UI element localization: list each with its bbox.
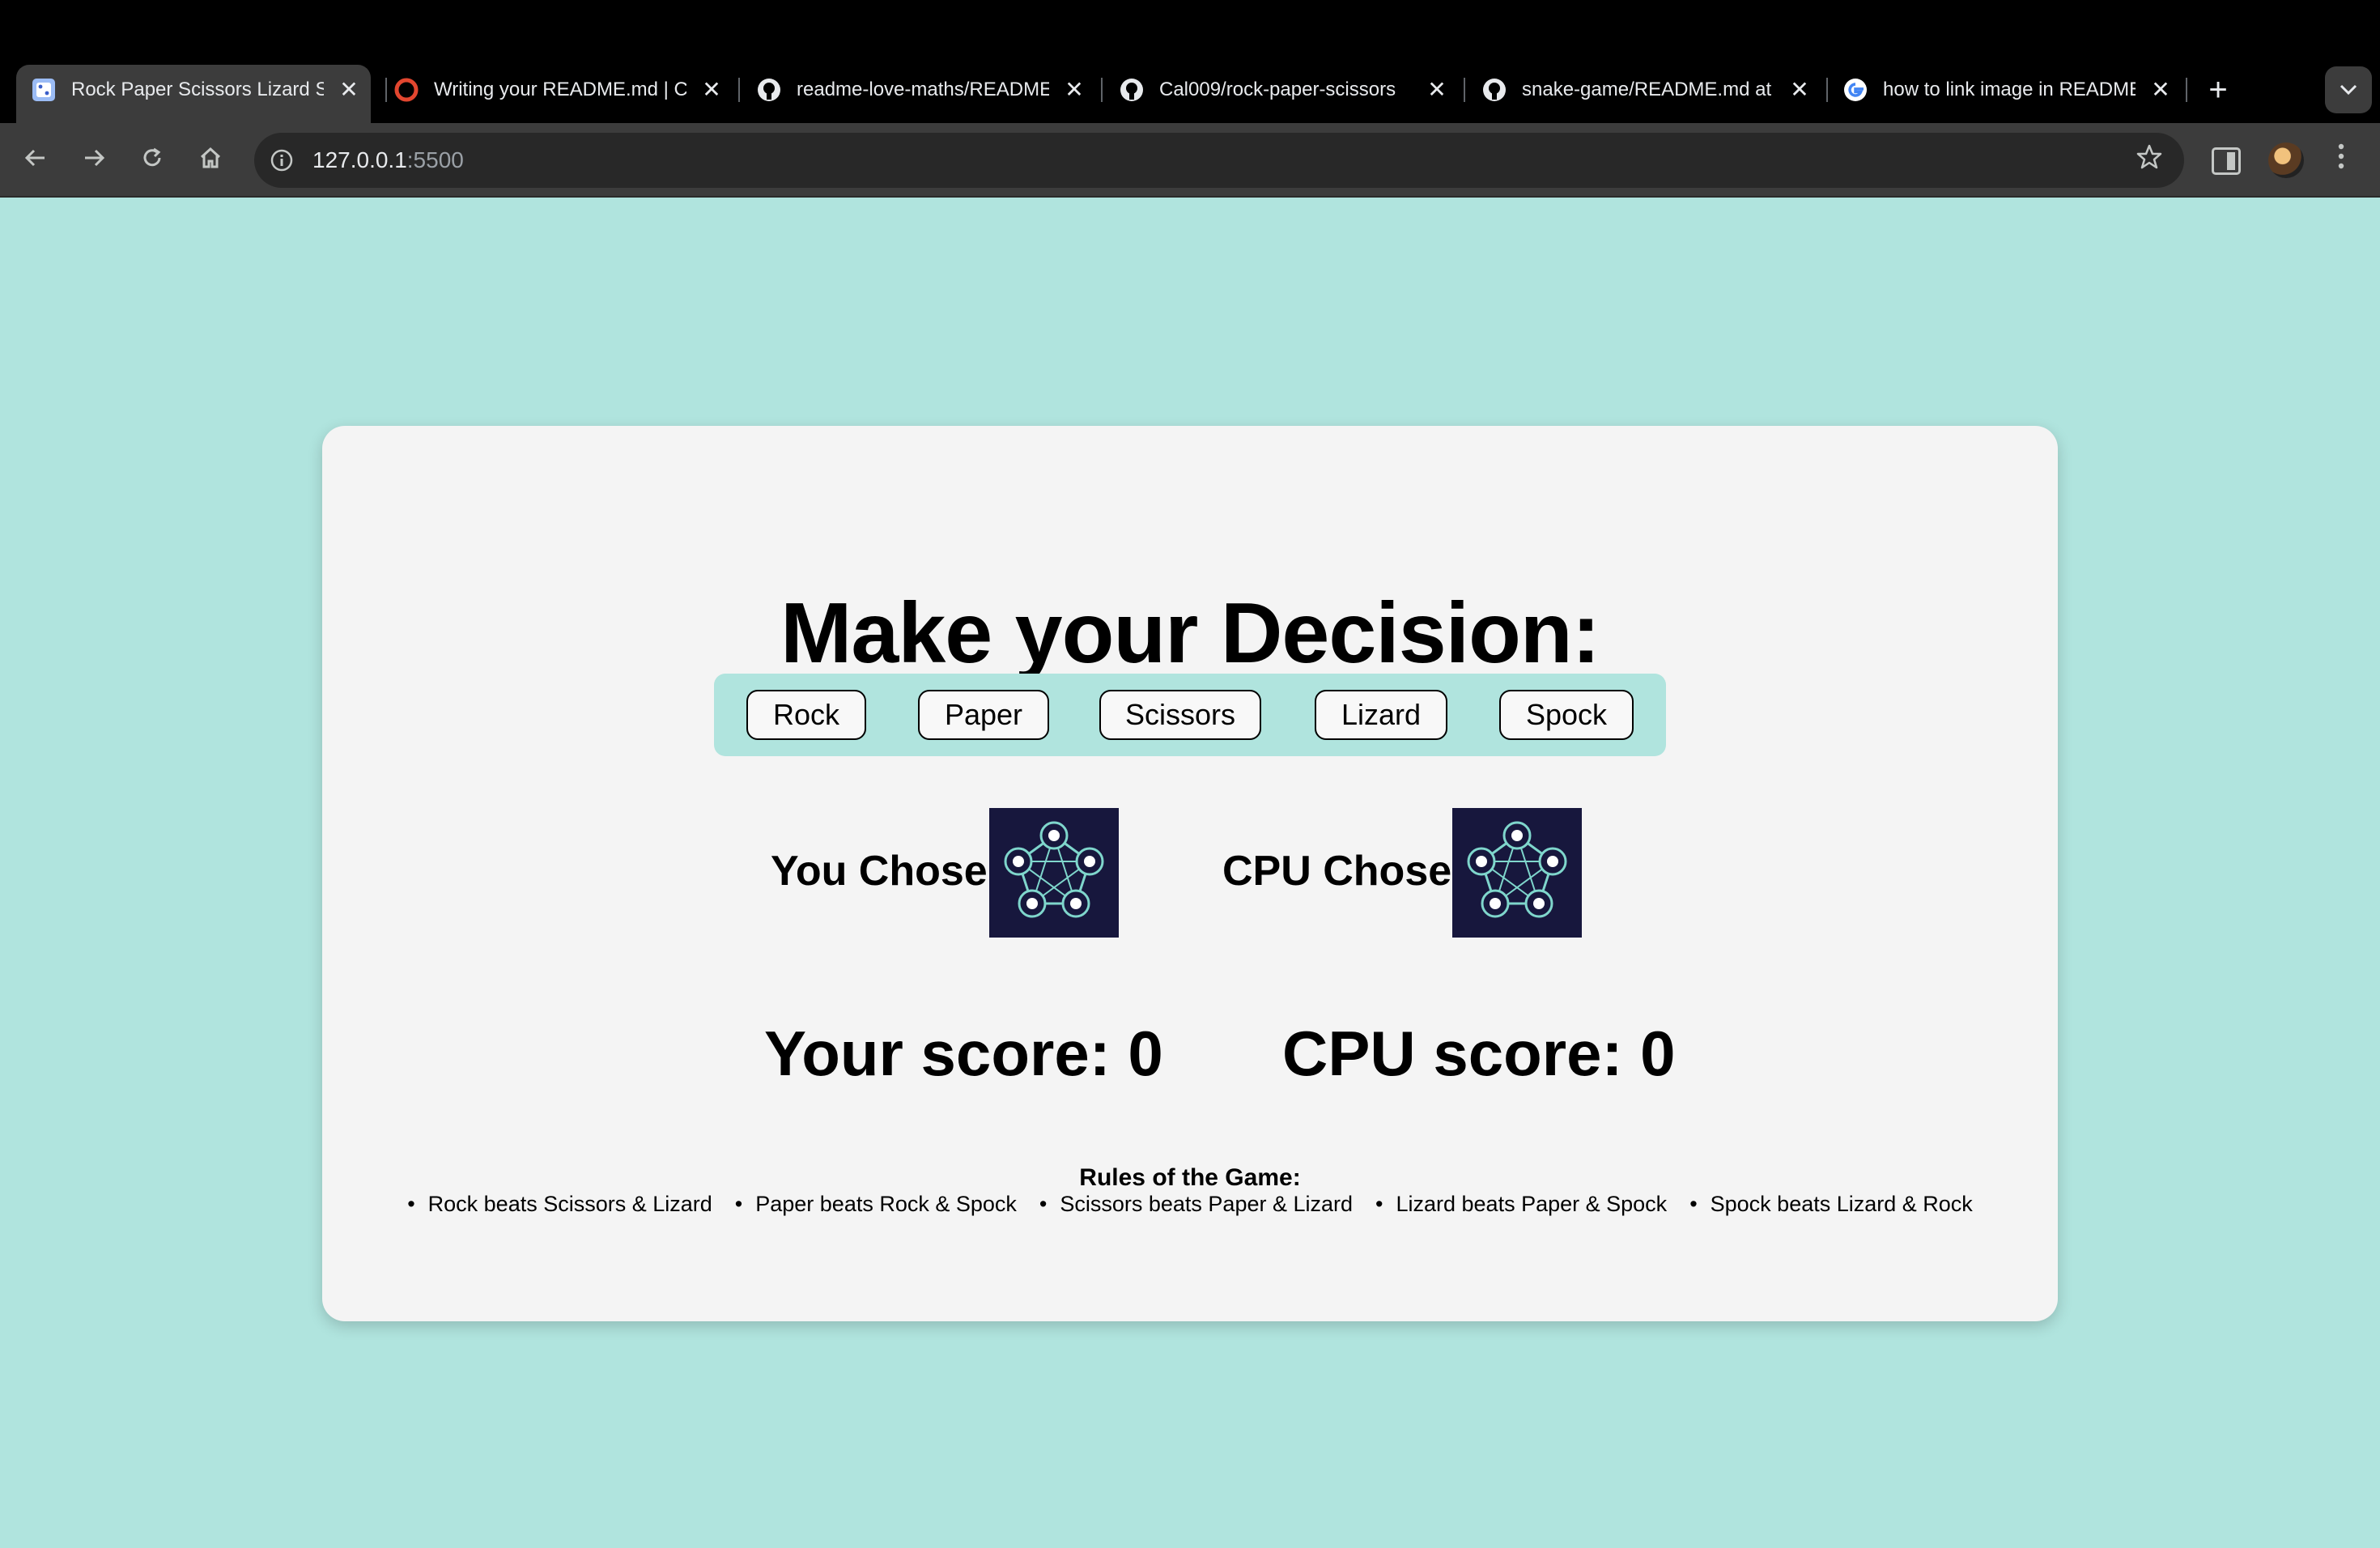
game-icon bbox=[31, 77, 57, 103]
tab-title: snake-game/README.md at main bbox=[1522, 79, 1774, 100]
tab-title: Rock Paper Scissors Lizard Spock bbox=[71, 79, 324, 100]
tab-title: Cal009/rock-paper-scissors bbox=[1159, 79, 1396, 100]
tab-divider bbox=[1464, 78, 1465, 102]
arrow-left-icon bbox=[24, 149, 45, 167]
close-tab-icon[interactable]: ✕ bbox=[698, 76, 725, 104]
address-bar[interactable]: 127.0.0.1:5500 bbox=[254, 133, 2184, 188]
rpsls-diagram-icon bbox=[1467, 821, 1567, 918]
game-card: Make your Decision: Rock Paper Scissors … bbox=[322, 426, 2058, 1321]
tab-google-search[interactable]: how to link image in README.md ✕ bbox=[1842, 70, 2174, 110]
rock-button[interactable]: Rock bbox=[746, 690, 866, 740]
back-button[interactable] bbox=[13, 138, 58, 183]
close-tab-icon[interactable]: ✕ bbox=[1423, 76, 1451, 104]
menu-kebab-icon[interactable] bbox=[2325, 141, 2357, 181]
tab-title: Writing your README.md | Code Institute bbox=[434, 79, 686, 100]
tab-writing-readme[interactable]: Writing your README.md | Code Institute … bbox=[393, 70, 725, 110]
tab-divider bbox=[2186, 78, 2187, 102]
choice-button-bar: Rock Paper Scissors Lizard Spock bbox=[714, 674, 1666, 756]
tab-rock-paper-scissors[interactable]: Rock Paper Scissors Lizard Spock ✕ bbox=[31, 70, 363, 110]
tab-search-button[interactable] bbox=[2325, 66, 2372, 113]
rpsls-diagram-icon bbox=[1004, 821, 1104, 918]
chevron-down-icon bbox=[2340, 84, 2357, 96]
tab-divider bbox=[385, 78, 387, 102]
cpu-score: CPU score: 0 bbox=[1282, 1018, 1676, 1089]
site-info-icon[interactable] bbox=[266, 144, 298, 176]
github-icon bbox=[756, 77, 782, 103]
tab-divider bbox=[1101, 78, 1103, 102]
player-choice-image bbox=[989, 808, 1119, 938]
browser-toolbar: 127.0.0.1:5500 bbox=[0, 123, 2380, 198]
home-button[interactable] bbox=[188, 138, 233, 183]
tab-divider bbox=[738, 78, 740, 102]
url-text: 127.0.0.1:5500 bbox=[312, 147, 464, 173]
github-icon bbox=[1119, 77, 1145, 103]
github-icon bbox=[1481, 77, 1507, 103]
lizard-button[interactable]: Lizard bbox=[1315, 690, 1447, 740]
rule-item: Rock beats Scissors & Lizard bbox=[407, 1192, 712, 1217]
google-icon bbox=[1842, 77, 1868, 103]
new-tab-button[interactable]: + bbox=[2199, 71, 2238, 110]
bookmark-star-icon[interactable] bbox=[2136, 141, 2163, 180]
close-tab-icon[interactable]: ✕ bbox=[1786, 76, 1813, 104]
rule-item: Lizard beats Paper & Spock bbox=[1375, 1192, 1667, 1217]
you-chose-label: You Chose: bbox=[771, 848, 1002, 895]
close-tab-icon[interactable]: ✕ bbox=[1060, 76, 1088, 104]
rule-item: Paper beats Rock & Spock bbox=[735, 1192, 1017, 1217]
spock-button[interactable]: Spock bbox=[1499, 690, 1634, 740]
side-panel-icon[interactable] bbox=[2212, 147, 2241, 175]
profile-avatar[interactable] bbox=[2268, 142, 2304, 178]
cpu-chose-label: CPU Chose: bbox=[1222, 848, 1466, 895]
player-score: Your score: 0 bbox=[764, 1018, 1163, 1089]
scissors-button[interactable]: Scissors bbox=[1099, 690, 1261, 740]
tab-title: how to link image in README.md bbox=[1883, 79, 2136, 100]
code-institute-icon bbox=[393, 77, 419, 103]
rule-item: Spock beats Lizard & Rock bbox=[1689, 1192, 1973, 1217]
tab-snake-game[interactable]: snake-game/README.md at main ✕ bbox=[1481, 70, 1813, 110]
arrow-right-icon bbox=[85, 149, 105, 167]
tab-divider bbox=[1826, 78, 1828, 102]
home-icon bbox=[200, 147, 221, 168]
rule-item: Scissors beats Paper & Lizard bbox=[1039, 1192, 1353, 1217]
reload-icon bbox=[143, 147, 161, 167]
forward-button[interactable] bbox=[71, 138, 117, 183]
paper-button[interactable]: Paper bbox=[918, 690, 1049, 740]
cpu-choice-image bbox=[1452, 808, 1582, 938]
url-port: :5500 bbox=[406, 147, 464, 172]
close-tab-icon[interactable]: ✕ bbox=[335, 76, 363, 104]
tab-cal009-repo[interactable]: Cal009/rock-paper-scissors ✕ bbox=[1119, 70, 1451, 110]
url-host: 127.0.0.1 bbox=[312, 147, 407, 172]
close-tab-icon[interactable]: ✕ bbox=[2147, 76, 2174, 104]
tab-readme-love-maths[interactable]: readme-love-maths/README.md ✕ bbox=[756, 70, 1088, 110]
rules-heading: Rules of the Game: bbox=[1079, 1164, 1301, 1191]
reload-button[interactable] bbox=[130, 138, 175, 183]
tab-title: readme-love-maths/README.md bbox=[797, 79, 1049, 100]
tab-strip: Rock Paper Scissors Lizard Spock ✕ Writi… bbox=[0, 0, 2380, 123]
rules-list: Rock beats Scissors & Lizard Paper beats… bbox=[322, 1192, 2058, 1217]
page-title: Make your Decision: bbox=[780, 585, 1600, 681]
